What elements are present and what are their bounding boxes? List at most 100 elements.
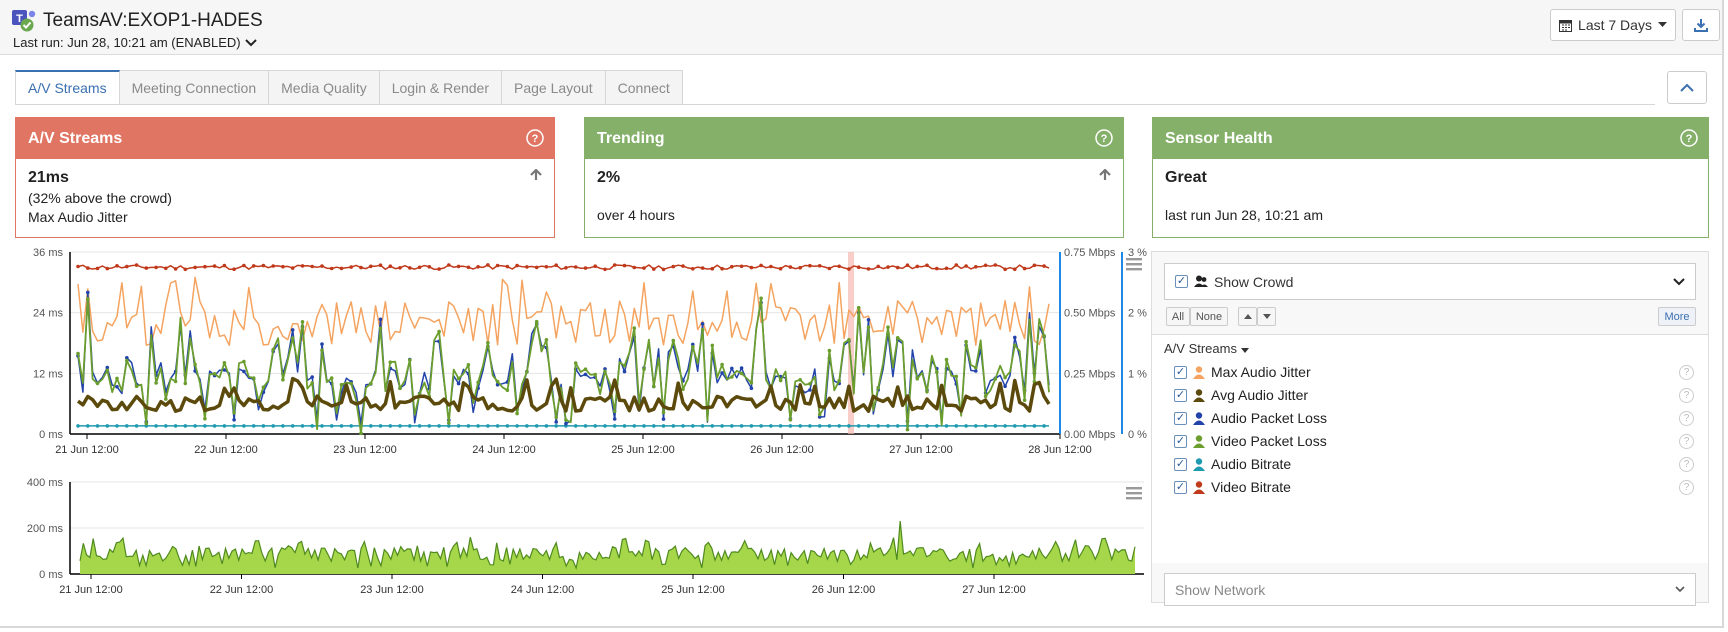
series-video-bitrate-point: [993, 263, 998, 267]
legend-item[interactable]: ✓ Video Packet Loss: [1174, 431, 1327, 451]
series-video-packet-loss-point: [398, 386, 402, 391]
help-icon[interactable]: ?: [1680, 129, 1698, 147]
x-tick-label: 24 Jun 12:00: [511, 584, 575, 596]
show-crowd-checkbox[interactable]: ✓: [1175, 275, 1188, 288]
series-audio-bitrate-point: [300, 424, 305, 428]
series-video-bitrate-point: [866, 267, 871, 271]
series-video-bitrate-point: [798, 265, 802, 270]
series-video-packet-loss-point: [476, 380, 480, 385]
legend-group-header[interactable]: A/V Streams: [1164, 341, 1249, 356]
series-video-bitrate-point: [895, 265, 900, 270]
date-range-button[interactable]: Last 7 Days: [1550, 9, 1676, 41]
series-video-packet-loss-point: [134, 384, 139, 389]
series-video-packet-loss-point: [622, 363, 627, 368]
legend-checkbox[interactable]: ✓: [1174, 388, 1187, 402]
legend-help-icon[interactable]: ?: [1679, 411, 1694, 426]
legend-checkbox[interactable]: ✓: [1174, 365, 1187, 379]
series-audio-bitrate-point: [534, 424, 539, 428]
legend-item[interactable]: ✓ Audio Bitrate: [1174, 454, 1291, 474]
series-video-packet-loss-point: [154, 381, 158, 385]
series-audio-packet-loss-point: [115, 385, 119, 389]
legend-help-icon[interactable]: ?: [1679, 365, 1694, 380]
show-crowd-select[interactable]: ✓ Show Crowd: [1164, 263, 1696, 300]
series-video-packet-loss-point: [876, 385, 880, 390]
select-none-button[interactable]: None: [1190, 307, 1228, 326]
legend-help-icon[interactable]: ?: [1679, 480, 1694, 495]
series-video-packet-loss-point: [710, 343, 715, 348]
series-audio-bitrate-point: [827, 424, 832, 428]
show-network-select[interactable]: Show Network: [1164, 573, 1696, 606]
legend-help-icon[interactable]: ?: [1679, 434, 1694, 449]
series-audio-bitrate-point: [329, 424, 334, 428]
select-all-button[interactable]: All: [1166, 307, 1190, 326]
legend-checkbox[interactable]: ✓: [1174, 480, 1187, 494]
series-audio-bitrate-point: [730, 424, 734, 428]
y-right-tick-label: 0.75 Mbps: [1064, 247, 1116, 259]
series-audio-bitrate-point: [837, 424, 841, 428]
download-icon: [1694, 19, 1708, 32]
legend-checkbox[interactable]: ✓: [1174, 434, 1187, 448]
series-audio-bitrate-point: [954, 424, 959, 428]
move-up-button[interactable]: [1238, 307, 1257, 326]
series-avg-audio-jitter: [76, 376, 1051, 413]
legend-checkbox[interactable]: ✓: [1174, 411, 1187, 425]
series-video-bitrate-point: [886, 265, 890, 269]
legend-item[interactable]: ✓ Max Audio Jitter: [1174, 362, 1311, 382]
collapse-button[interactable]: [1667, 71, 1707, 104]
network-chart[interactable]: 400 ms 200 ms 0 ms 21 Jun 12:00 22 Jun 12:00…: [27, 477, 1144, 596]
series-audio-packet-loss-point: [290, 328, 295, 332]
menu-icon: [1126, 258, 1142, 261]
date-range-label: Last 7 Days: [1578, 17, 1652, 33]
main-chart[interactable]: 36 ms 24 ms 12 ms 0 ms 0.75 Mbps 0.50 Mbps 0.2…: [33, 247, 1147, 456]
legend-help-icon[interactable]: ?: [1679, 388, 1694, 403]
series-video-bitrate-point: [466, 265, 471, 270]
y-right2-tick-label: 1 %: [1128, 368, 1147, 380]
series-video-bitrate-point: [730, 264, 734, 269]
card-value: Great: [1165, 169, 1207, 186]
series-video-bitrate-point: [544, 265, 549, 269]
series-video-bitrate-point: [593, 264, 597, 269]
series-video-bitrate-point: [944, 266, 949, 271]
series-video-packet-loss-point: [759, 296, 763, 301]
legend-item[interactable]: ✓ Audio Packet Loss: [1174, 408, 1327, 428]
series-video-bitrate-point: [495, 263, 500, 268]
series-audio-bitrate-point: [154, 424, 158, 428]
legend-label: Audio Packet Loss: [1211, 410, 1327, 426]
series-video-bitrate-point: [525, 265, 529, 269]
legend-checkbox[interactable]: ✓: [1174, 457, 1187, 471]
series-video-packet-loss-point: [593, 372, 597, 377]
series-video-packet-loss-point: [369, 381, 373, 386]
legend-help-icon[interactable]: ?: [1679, 457, 1694, 472]
more-button[interactable]: More: [1658, 307, 1696, 326]
series-max-audio-jitter: [77, 276, 1050, 346]
show-crowd-label: Show Crowd: [1214, 273, 1294, 290]
series-audio-bitrate-point: [583, 424, 588, 428]
series-audio-bitrate-point: [398, 424, 402, 428]
series-video-bitrate-point: [144, 266, 149, 270]
series-audio-bitrate-point: [320, 424, 324, 428]
legend-item[interactable]: ✓ Video Bitrate: [1174, 477, 1291, 497]
series-video-bitrate-point: [134, 263, 139, 267]
download-button[interactable]: [1682, 9, 1720, 41]
series-video-packet-loss-point: [720, 362, 724, 367]
series-audio-bitrate-point: [739, 424, 744, 428]
y-left-tick-label: 0 ms: [39, 429, 63, 441]
series-video-packet-loss-point: [1003, 375, 1007, 380]
series-audio-bitrate-point: [876, 424, 880, 428]
series-video-packet-loss-point: [1013, 343, 1017, 348]
series-video-bitrate-point: [408, 266, 412, 270]
series-video-bitrate-point: [378, 263, 383, 268]
person-icon: [1193, 480, 1205, 494]
series-video-packet-loss-point: [534, 319, 539, 324]
series-video-bitrate-point: [583, 266, 588, 270]
series-video-bitrate-point: [164, 266, 168, 271]
legend-item[interactable]: ✓ Avg Audio Jitter: [1174, 385, 1308, 405]
series-video-bitrate-point: [739, 264, 744, 269]
series-audio-bitrate-point: [573, 424, 578, 428]
series-video-bitrate-point: [349, 265, 354, 269]
series-audio-packet-loss-point: [1003, 384, 1007, 389]
series-video-bitrate-point: [427, 265, 432, 269]
move-down-button[interactable]: [1257, 307, 1276, 326]
series-video-bitrate-point: [320, 264, 324, 268]
series-audio-bitrate-point: [76, 424, 80, 428]
